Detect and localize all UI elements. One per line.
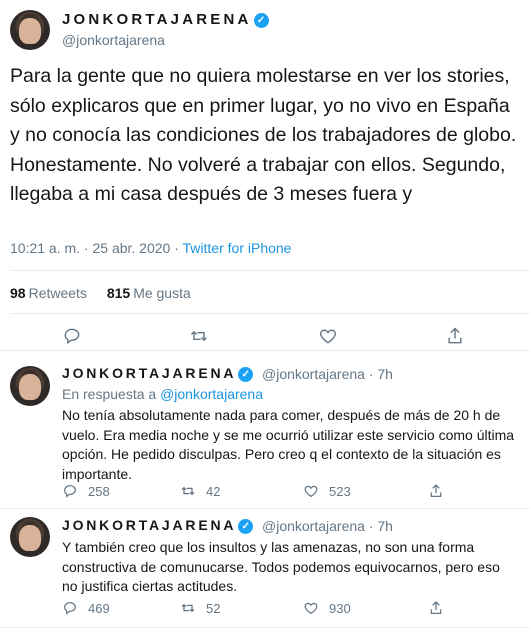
reply-count: 258 xyxy=(88,484,110,499)
tweet-actions xyxy=(0,326,530,348)
retweet-count: 52 xyxy=(206,601,221,616)
like-icon xyxy=(304,602,318,615)
retweet-action[interactable]: 42 xyxy=(180,483,220,500)
retweet-icon xyxy=(181,603,195,613)
tweet-meta: 10:21 a. m. · 25 abr. 2020 · Twitter for… xyxy=(10,240,291,256)
divider xyxy=(10,313,530,314)
divider xyxy=(10,270,530,271)
retweet-icon[interactable] xyxy=(189,326,209,351)
tweet-text: Y también creo que los insultos y las am… xyxy=(62,539,500,594)
like-action[interactable]: 523 xyxy=(303,483,351,500)
tweet-text: Para la gente que no quiera molestarse e… xyxy=(10,65,517,205)
retweet-count: 42 xyxy=(206,484,221,499)
likes-stat[interactable]: 815 Me gusta xyxy=(107,285,191,301)
retweet-action[interactable]: 52 xyxy=(180,600,220,617)
share-action[interactable] xyxy=(428,483,444,500)
reply-count: 469 xyxy=(88,601,110,616)
likes-label: Me gusta xyxy=(133,285,191,301)
reply-prefix: En respuesta a xyxy=(62,386,157,402)
handle-time: @jonkortajarena · 7h xyxy=(262,518,393,534)
verified-icon: ✓ xyxy=(238,366,254,382)
display-name-text: JONKORTAJARENA xyxy=(62,517,237,533)
share-action[interactable] xyxy=(428,600,444,617)
share-icon xyxy=(430,601,442,614)
reply-tweet[interactable]: JONKORTAJARENA ✓ @jonkortajarena · 7h Y t… xyxy=(0,509,530,628)
tweet-source-link[interactable]: Twitter for iPhone xyxy=(183,240,292,256)
handle[interactable]: @jonkortajarena xyxy=(262,366,365,382)
display-name[interactable]: JONKORTAJARENA ✓ xyxy=(62,11,269,28)
tweet-text: No tenía absolutamente nada para comer, … xyxy=(62,407,515,482)
reply-icon xyxy=(64,602,76,615)
reply-icon xyxy=(64,485,76,498)
like-count: 930 xyxy=(329,601,351,616)
tweet-stats: 98 Retweets 815 Me gusta xyxy=(10,285,191,301)
display-name-text: JONKORTAJARENA xyxy=(62,11,252,28)
display-name[interactable]: JONKORTAJARENA ✓ xyxy=(62,517,254,534)
tweet-timestamp[interactable]: 10:21 a. m. · 25 abr. 2020 · xyxy=(10,240,179,256)
avatar[interactable] xyxy=(10,366,50,406)
avatar[interactable] xyxy=(10,10,50,50)
retweets-stat[interactable]: 98 Retweets xyxy=(10,285,87,301)
reply-action[interactable]: 258 xyxy=(62,483,110,500)
reply-icon[interactable] xyxy=(62,326,82,351)
display-name-text: JONKORTAJARENA xyxy=(62,365,237,381)
reply-context: En respuesta a @jonkortajarena xyxy=(62,386,263,402)
reply-tweet[interactable]: JONKORTAJARENA ✓ @jonkortajarena · 7h En … xyxy=(0,351,530,509)
like-icon[interactable] xyxy=(318,326,338,351)
reply-action[interactable]: 469 xyxy=(62,600,110,617)
retweet-icon xyxy=(181,486,195,496)
handle[interactable]: @jonkortajarena xyxy=(62,32,165,48)
handle-time: @jonkortajarena · 7h xyxy=(262,366,393,382)
timestamp[interactable]: · 7h xyxy=(369,366,393,382)
verified-icon: ✓ xyxy=(238,518,254,534)
main-tweet: JONKORTAJARENA ✓ @jonkortajarena Para la … xyxy=(0,0,530,351)
like-count: 523 xyxy=(329,484,351,499)
like-action[interactable]: 930 xyxy=(303,600,351,617)
verified-icon: ✓ xyxy=(253,12,269,28)
retweets-count: 98 xyxy=(10,285,26,301)
share-icon xyxy=(430,484,442,497)
timestamp[interactable]: · 7h xyxy=(369,518,393,534)
retweets-label: Retweets xyxy=(28,285,87,301)
like-icon xyxy=(304,485,318,498)
reply-to-link[interactable]: @jonkortajarena xyxy=(160,386,263,402)
handle[interactable]: @jonkortajarena xyxy=(262,518,365,534)
display-name[interactable]: JONKORTAJARENA ✓ xyxy=(62,365,254,382)
likes-count: 815 xyxy=(106,285,131,301)
avatar[interactable] xyxy=(10,517,50,557)
share-icon[interactable] xyxy=(445,326,465,351)
